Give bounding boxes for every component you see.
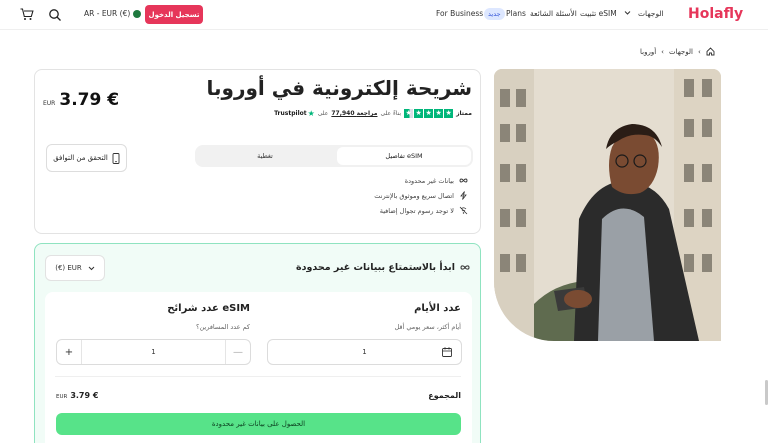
reviews-count[interactable]: 77,940 مراجعة	[331, 110, 377, 117]
trustpilot-star-icon: ★	[307, 109, 315, 118]
esims-label: عدد شرائح eSIM	[167, 303, 250, 314]
no-roaming-icon	[459, 206, 468, 215]
divider	[55, 376, 461, 377]
globe-icon	[133, 9, 142, 18]
infinity-icon	[460, 265, 470, 270]
tab-coverage[interactable]: تغطية	[195, 147, 335, 165]
holafly-logo[interactable]: Holafly	[688, 6, 743, 22]
product-card: EUR 3.79 € شريحة إلكترونية في أوروبا Tru…	[34, 69, 481, 234]
total-label: المجموع	[428, 391, 461, 400]
get-unlimited-data-button[interactable]: الحصول على بيانات غير محدودة	[56, 413, 461, 435]
nav-plans[interactable]: Plans	[506, 9, 526, 18]
search-icon[interactable]	[48, 8, 62, 22]
tab-esim-details[interactable]: تفاصيل eSIM	[337, 147, 471, 165]
rating-suffix: على	[317, 110, 329, 117]
plan-selector: ابدأ بالاستمتاع ببيانات غير محدودة (€) E…	[34, 243, 481, 443]
page-title: شريحة إلكترونية في أوروبا	[206, 76, 472, 100]
check-compatibility-button[interactable]: التحقق من التوافق	[46, 144, 127, 172]
price-value: 3.79 €	[59, 90, 120, 110]
feature-label: اتصال سريع وموثوق بالإنترنت	[374, 191, 454, 200]
traveler-with-phone-image	[494, 69, 721, 341]
feature-label: لا توجد رسوم تجوال إضافية	[379, 206, 454, 215]
feature-item: اتصال سريع وموثوق بالإنترنت	[374, 191, 468, 200]
breadcrumb: أوروبا ‹ الوجهات ‹	[640, 47, 715, 56]
price: EUR 3.79 €	[43, 90, 119, 110]
days-label: عدد الأيام	[414, 303, 461, 314]
breadcrumb-separator: ‹	[697, 47, 701, 56]
plan-heading: ابدأ بالاستمتاع ببيانات غير محدودة	[296, 262, 470, 273]
total-value: 3.79 €	[70, 391, 99, 400]
esims-value: 1	[151, 348, 156, 356]
feature-label: بيانات غير محدودة	[404, 176, 454, 185]
feature-item: لا توجد رسوم تجوال إضافية	[380, 206, 468, 215]
days-picker[interactable]: 1	[267, 339, 462, 365]
trustpilot-rating[interactable]: Trustpilot ★ على 77,940 مراجعة بناءً على…	[274, 109, 472, 118]
rating-stars: ★ ★ ★ ★ ★	[404, 109, 454, 118]
chevron-down-icon[interactable]	[624, 9, 631, 16]
trustpilot-logo: Trustpilot ★	[274, 109, 315, 118]
plan-heading-text: ابدأ بالاستمتاع ببيانات غير محدودة	[296, 262, 455, 273]
site-header: AR - EUR (€) تسجيل الدخول For Business ج…	[0, 0, 768, 30]
infinity-icon	[459, 178, 468, 183]
currency-select-value: (€) EUR	[55, 264, 82, 272]
hero-photo	[494, 69, 721, 341]
rating-prefix: بناءً على	[380, 110, 402, 117]
phone-icon	[112, 152, 120, 164]
trustpilot-label: Trustpilot	[274, 110, 307, 117]
calendar-icon	[442, 347, 452, 357]
lightning-icon	[460, 191, 467, 200]
home-icon[interactable]	[706, 47, 715, 56]
nav-install[interactable]: تثبيت eSIM	[580, 9, 617, 18]
cart-icon[interactable]	[20, 8, 34, 21]
nav-faq[interactable]: الأسئلة الشائعة	[530, 9, 577, 18]
star-icon: ★	[424, 109, 434, 118]
breadcrumb-destinations[interactable]: الوجهات	[669, 48, 693, 56]
plan-options: عدد الأيام أيام أكثر، سعر يومي أقل 1 عدد…	[45, 292, 472, 443]
esims-hint: كم عدد المسافرين؟	[196, 323, 250, 331]
breadcrumb-separator: ‹	[661, 47, 664, 56]
star-icon: ★	[444, 109, 454, 118]
chevron-down-icon	[88, 266, 95, 270]
decrement-button[interactable]: —	[225, 340, 250, 364]
days-value: 1	[362, 348, 367, 356]
star-icon: ★	[404, 109, 414, 118]
total-price: EUR 3.79 €	[56, 391, 98, 400]
new-badge: جديد	[484, 8, 505, 20]
price-currency-code: EUR	[43, 100, 56, 107]
rating-label: ممتاز	[456, 110, 472, 117]
esims-stepper: + 1 —	[56, 339, 251, 365]
star-icon: ★	[434, 109, 444, 118]
increment-button[interactable]: +	[57, 340, 82, 364]
breadcrumb-current: أوروبا	[640, 47, 657, 56]
language-currency-selector[interactable]: AR - EUR (€)	[84, 9, 142, 18]
nav-business[interactable]: For Business	[436, 9, 483, 18]
total-currency-code: EUR	[56, 394, 68, 400]
days-hint: أيام أكثر، سعر يومي أقل	[394, 323, 461, 331]
login-button[interactable]: تسجيل الدخول	[145, 5, 203, 24]
language-currency-label: AR - EUR (€)	[84, 9, 131, 18]
star-icon: ★	[414, 109, 424, 118]
compatibility-label: التحقق من التوافق	[53, 154, 108, 162]
currency-select[interactable]: (€) EUR	[45, 255, 105, 281]
feature-item: بيانات غير محدودة	[405, 176, 468, 185]
product-tabs: تغطية تفاصيل eSIM	[195, 145, 473, 167]
nav-destinations[interactable]: الوجهات	[638, 9, 664, 18]
